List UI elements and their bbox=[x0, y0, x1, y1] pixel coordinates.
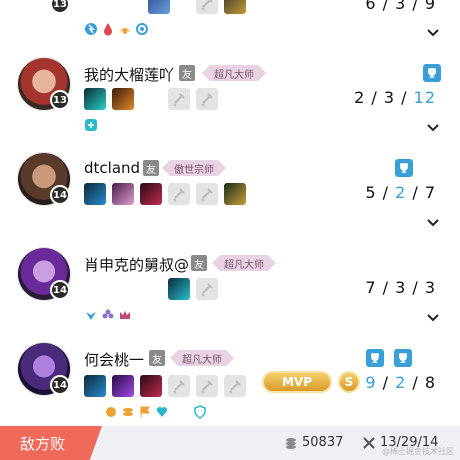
friend-badge: 友 bbox=[149, 350, 165, 366]
item-slot bbox=[112, 183, 134, 205]
chevron-down-icon[interactable] bbox=[426, 28, 440, 38]
flag-rune-icon bbox=[140, 406, 150, 417]
kda-score: 6 / 3 / 9 bbox=[365, 0, 436, 13]
lightning-rune-icon bbox=[85, 23, 97, 35]
item-slot bbox=[224, 0, 246, 14]
trophy-icon bbox=[395, 159, 413, 177]
item-slot-empty bbox=[168, 375, 190, 397]
friend-badge: 友 bbox=[179, 65, 195, 81]
friend-badge: 友 bbox=[143, 160, 159, 176]
player-name: 何会桃一 bbox=[84, 351, 145, 369]
rank-badge: 超凡大师 bbox=[212, 255, 276, 271]
rank-badge: 超凡大师 bbox=[170, 350, 234, 366]
player-name: 肖申克的舅叔@ bbox=[84, 256, 190, 274]
flower-rune-icon bbox=[102, 309, 114, 319]
cog-rune-icon bbox=[136, 23, 148, 35]
gold-coins-icon bbox=[286, 437, 296, 449]
chevron-down-icon[interactable] bbox=[426, 123, 440, 133]
svp-badge: S bbox=[338, 371, 360, 393]
item-slot-empty bbox=[196, 278, 218, 300]
rune-row bbox=[104, 405, 207, 419]
watermark: @稀土掘金技术社区 bbox=[382, 447, 454, 456]
player-row-0[interactable]: 13 6 / 3 / 9 bbox=[0, 0, 460, 46]
item-slot-empty bbox=[196, 375, 218, 397]
kda-score: 2 / 3 / 12 bbox=[354, 88, 436, 107]
team-gold: 50837 bbox=[284, 435, 343, 450]
kda-score: 7 / 3 / 3 bbox=[365, 278, 436, 297]
level-badge: 13 bbox=[50, 90, 70, 110]
item-slot bbox=[148, 0, 170, 14]
level-badge: 14 bbox=[50, 185, 70, 205]
item-slot-empty bbox=[196, 0, 218, 14]
trophy-icon bbox=[423, 64, 441, 82]
gold-value: 50837 bbox=[302, 435, 344, 450]
heart-rune-icon bbox=[156, 407, 168, 417]
mvp-badge: MVP bbox=[262, 371, 332, 393]
shield-rune-icon bbox=[194, 405, 206, 419]
item-slot-empty bbox=[168, 88, 190, 110]
player-row-3[interactable]: 14 肖申克的舅叔@ 友 超凡大师 7 / 3 / 3 bbox=[0, 240, 460, 335]
item-slot bbox=[140, 375, 162, 397]
item-slot bbox=[224, 183, 246, 205]
rank-badge: 超凡大师 bbox=[202, 65, 266, 81]
crown-rune-icon bbox=[120, 311, 130, 319]
shield-rune-icon bbox=[85, 119, 97, 131]
rune-row bbox=[84, 118, 98, 132]
item-slot bbox=[112, 88, 134, 110]
crossed-swords-icon bbox=[363, 436, 375, 449]
rune-row bbox=[84, 22, 149, 36]
footer-bar: 敌方败 50837 13/29/14 @稀土掘金技术社区 bbox=[0, 426, 460, 460]
rune-row bbox=[84, 308, 132, 322]
item-slot bbox=[168, 278, 190, 300]
player-row-2[interactable]: 14 dtcland 友 傲世宗师 5 / 2 / 7 bbox=[0, 145, 460, 240]
player-row-1[interactable]: 13 我的大榴莲吖 友 超凡大师 2 / 3 / 12 bbox=[0, 50, 460, 145]
kda-score: 5 / 2 / 7 bbox=[365, 183, 436, 202]
blood-rune-icon bbox=[104, 23, 112, 36]
coin-rune-icon bbox=[106, 407, 116, 417]
kda-score: 9 / 2 / 8 bbox=[365, 373, 436, 392]
item-slot-empty bbox=[168, 183, 190, 205]
chevron-down-icon[interactable] bbox=[426, 313, 440, 323]
chevron-down-icon[interactable] bbox=[426, 218, 440, 228]
wing-rune-icon bbox=[86, 312, 96, 320]
friend-badge: 友 bbox=[191, 255, 207, 271]
level-badge: 14 bbox=[50, 280, 70, 300]
item-slot bbox=[140, 183, 162, 205]
item-slot bbox=[84, 375, 106, 397]
item-slot-empty bbox=[224, 375, 246, 397]
item-slot bbox=[84, 88, 106, 110]
item-slot-empty bbox=[196, 183, 218, 205]
trophy-icon bbox=[366, 349, 384, 367]
player-name: dtcland bbox=[84, 159, 141, 177]
trophy-icon bbox=[394, 349, 412, 367]
item-slot bbox=[112, 375, 134, 397]
player-name: 我的大榴莲吖 bbox=[84, 66, 175, 84]
stack-rune-icon bbox=[123, 408, 133, 416]
rank-badge: 傲世宗师 bbox=[162, 160, 226, 176]
match-result-label: 敌方败 bbox=[0, 426, 102, 460]
level-badge: 13 bbox=[50, 0, 70, 14]
level-badge: 14 bbox=[50, 375, 70, 395]
fire-rune-icon bbox=[120, 28, 130, 34]
item-slot bbox=[84, 183, 106, 205]
player-row-4[interactable]: 14 何会桃一 友 超凡大师 MVP S 9 / 2 / 8 bbox=[0, 335, 460, 426]
item-slot-empty bbox=[196, 88, 218, 110]
